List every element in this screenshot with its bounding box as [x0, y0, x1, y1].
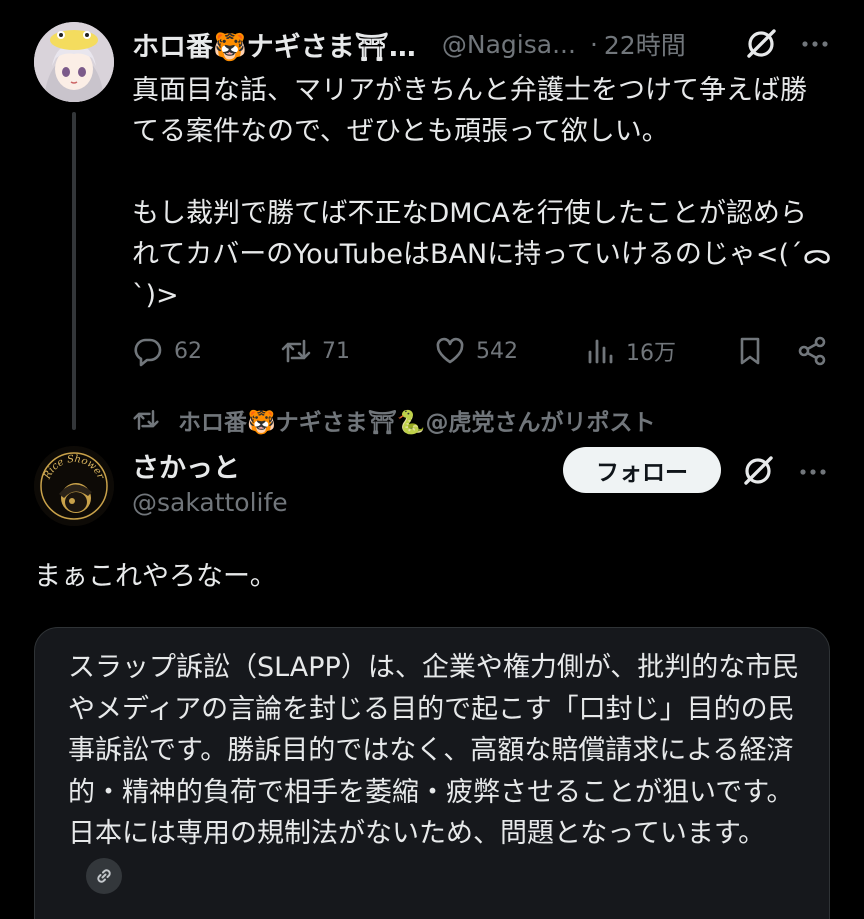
author-name[interactable]: ホロ番🐯ナギさま⛩…: [132, 25, 416, 64]
bookmark-button[interactable]: [734, 330, 776, 372]
repost-icon: [281, 339, 311, 363]
grok-icon[interactable]: [744, 27, 778, 61]
grok-answer-card[interactable]: スラップ訴訟（SLAPP）は、企業や権力側が、批判的な市民やメディアの言論を封じ…: [34, 627, 830, 919]
reply-button[interactable]: 62: [132, 330, 202, 372]
author-name[interactable]: さかっと: [132, 446, 240, 485]
card-body: スラップ訴訟（SLAPP）は、企業や権力側が、批判的な市民やメディアの言論を封じ…: [68, 652, 800, 849]
share-icon: [798, 336, 826, 366]
bookmark-icon: [740, 337, 760, 365]
repost-indicator[interactable]: ホロ番🐯ナギさま⛩🐍@虎党さんがリポスト: [132, 402, 655, 438]
repost-icon: [133, 410, 159, 430]
like-icon: [436, 337, 464, 364]
share-button[interactable]: [796, 330, 838, 372]
link-button[interactable]: [86, 858, 122, 894]
card-text: スラップ訴訟（SLAPP）は、企業や権力側が、批判的な市民やメディアの言論を封じ…: [68, 647, 800, 896]
tweet-text: まぁこれやろなー。: [34, 561, 277, 592]
reply-icon: [134, 338, 162, 367]
repost-count: 71: [322, 338, 350, 364]
more-icon[interactable]: [800, 29, 830, 59]
tweet-actions: 62 71 542 16万: [132, 330, 832, 372]
follow-button[interactable]: フォロー: [563, 447, 721, 493]
tweet-header: ホロ番🐯ナギさま⛩… @Nagisa... · 22時間: [132, 22, 830, 66]
views-count: 16万: [626, 341, 676, 366]
more-icon[interactable]: [798, 457, 828, 487]
link-icon: [97, 869, 111, 883]
like-button[interactable]: 542: [434, 330, 518, 372]
author-handle[interactable]: @sakattolife: [132, 488, 288, 517]
author-handle[interactable]: @Nagisa...: [442, 30, 576, 59]
views-icon: [588, 339, 613, 364]
grok-icon[interactable]: [741, 454, 775, 488]
repost-label: ホロ番🐯ナギさま⛩🐍@虎党さんがリポスト: [178, 410, 656, 436]
tweet-text: 真面目な話、マリアがきちんと弁護士をつけて争えば勝てる案件なので、ぜひとも頑張っ…: [132, 75, 832, 311]
timestamp[interactable]: 22時間: [604, 26, 686, 62]
reply-count: 62: [174, 338, 202, 364]
like-count: 542: [476, 338, 518, 364]
avatar[interactable]: [34, 22, 114, 102]
repost-button[interactable]: 71: [280, 330, 350, 372]
thread-line: [72, 112, 76, 430]
views-button[interactable]: 16万: [584, 330, 676, 372]
timeline: ホロ番🐯ナギさま⛩… @Nagisa... · 22時間 真面目な話、マリアがき…: [0, 0, 864, 919]
separator-dot: ·: [589, 29, 598, 59]
avatar[interactable]: Rice Shower: [34, 446, 114, 526]
